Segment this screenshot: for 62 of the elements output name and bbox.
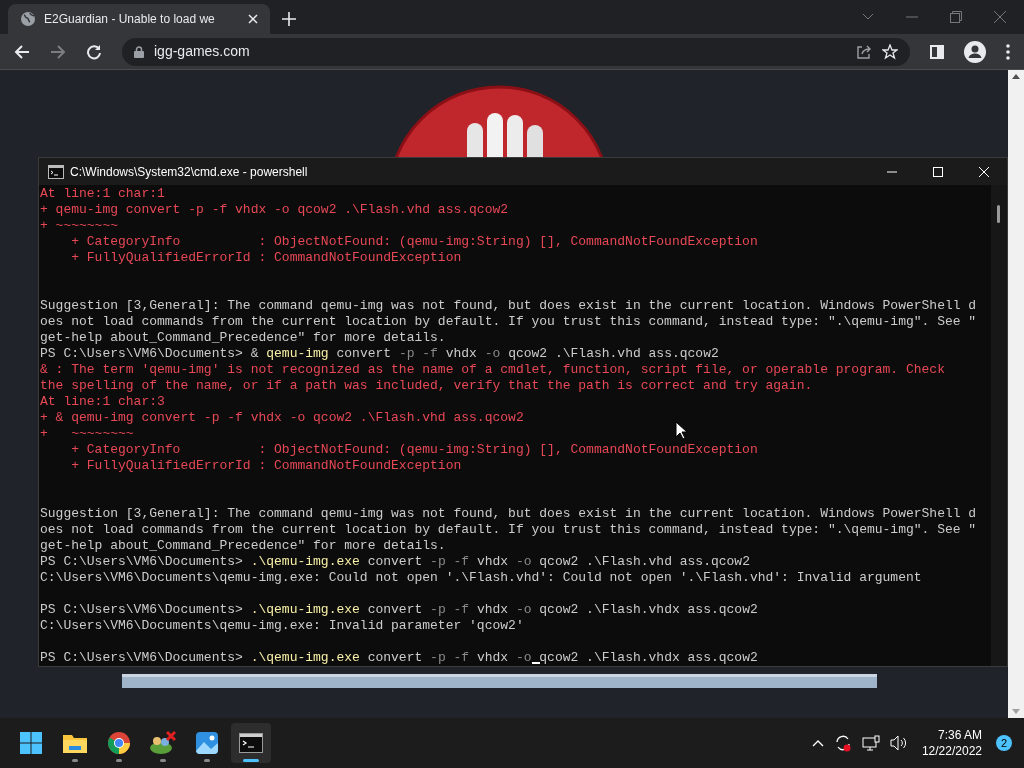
chevron-up-icon[interactable] (811, 739, 824, 747)
new-tab-icon[interactable] (282, 12, 296, 26)
terminal-icon (239, 733, 263, 753)
taskbar-app-button[interactable] (231, 723, 271, 763)
clock-time: 7:36 AM (937, 727, 982, 743)
console-line: C:\Users\VM6\Documents\qemu-img.exe: Invalid parameter 'qcow2' (40, 618, 524, 634)
maximize-icon[interactable] (933, 166, 943, 177)
console-line: + qemu-img convert -p -f vhdx -o qcow2 .\Flash.vhd ass.qcow2 (40, 202, 509, 218)
star-icon[interactable] (882, 43, 898, 60)
menu-icon[interactable] (1006, 43, 1010, 60)
forward-icon[interactable] (50, 43, 66, 60)
volume-icon[interactable] (889, 735, 908, 751)
clock-date: 12/22/2022 (921, 743, 982, 759)
console-line: PS C:\Users\VM6\Documents> .\qemu-img.exe convert -p -f vhdx -o qcow2 .\Flash.vhdx ass.qcow2 (40, 602, 758, 618)
console-line: get-help about_Command_Precedence" for more details. (40, 330, 446, 346)
console-line: the spelling of the name, or if a path was included, verify that the path is correct and try again. (40, 378, 813, 394)
console-icon (48, 164, 64, 179)
photos-icon (195, 731, 219, 755)
console-line: & : The term 'qemu-img' is not recognized as the name of a cmdlet, function, script file, or operable program. Check (40, 362, 945, 378)
browser-icon (107, 731, 131, 755)
profile-icon[interactable] (964, 40, 986, 63)
console-line: At line:1 char:1 (40, 186, 165, 202)
reload-icon[interactable] (86, 43, 102, 60)
console-line: + CategoryInfo : ObjectNotFound: (qemu-img:String) [], CommandNotFoundException (70, 442, 758, 458)
console-line: + & qemu-img convert -p -f vhdx -o qcow2 .\Flash.vhd ass.qcow2 (40, 410, 524, 426)
console-line: oes not load commands from the current location by default. If you trust this command, instead type: ".\qemu-img". See " (40, 314, 977, 330)
back-icon[interactable] (14, 43, 30, 60)
console-line: + CategoryInfo : ObjectNotFound: (qemu-img:String) [], CommandNotFoundException (70, 234, 758, 250)
lock-icon (134, 45, 144, 58)
console-line: PS C:\Users\VM6\Documents> .\qemu-img.exe convert -p -f vhdx -o qcow2 .\Flash.vhd ass.qcow2 (40, 554, 750, 570)
page-scrollbar[interactable] (1008, 70, 1024, 718)
window-title: C:\Windows\System32\cmd.exe - powershell (70, 163, 309, 181)
console-line: + FullyQualifiedErrorId : CommandNotFoundException (70, 458, 462, 474)
share-icon[interactable] (856, 43, 872, 60)
console-text: qcow2 .\Flash.vhdx ass.qcow2 (531, 650, 758, 665)
console-line: Suggestion [3,General]: The command qemu-img was not found, but does exist in the current location. Windows PowerShell d (40, 298, 977, 314)
side-panel-icon[interactable] (930, 44, 944, 59)
console-line: + ~~~~~~~~ (40, 426, 134, 442)
network-icon[interactable] (861, 735, 880, 751)
notification-badge[interactable]: 2 (996, 735, 1012, 751)
console-line: PS C:\Users\VM6\Documents> & qemu-img convert -p -f vhdx -o qcow2 .\Flash.vhd ass.qcow2 (40, 346, 719, 362)
address-text: igg-games.com (154, 42, 251, 61)
console-line: oes not load commands from the current location by default. If you trust this command, instead type: ".\qemu-img". See " (40, 522, 977, 538)
console-line: Suggestion [3,General]: The command qemu-img was not found, but does exist in the current location. Windows PowerShell d (40, 506, 977, 522)
console-line: At line:1 char:3 (40, 394, 165, 410)
mouse-pointer-icon (675, 421, 687, 440)
scroll-up-icon[interactable] (1012, 74, 1020, 79)
windows-icon (19, 731, 43, 755)
console-line: get-help about_Command_Precedence" for more details. (40, 538, 446, 554)
console-scrollbar[interactable] (991, 185, 1007, 666)
address-bar[interactable]: igg-games.com (122, 37, 910, 66)
tab-title: E2Guardian - Unable to load we (44, 11, 216, 28)
chevron-down-icon[interactable] (862, 13, 874, 21)
console-line: + ~~~~~~~~ (40, 218, 118, 234)
console-line: PS C:\Users\VM6\Documents> .\qemu-img.exe convert -p -f vhdx -o qcow2 .\Flash.vhdx ass.qcow2 (40, 650, 758, 666)
console-line: C:\Users\VM6\Documents\qemu-img.exe: Could not open '.\Flash.vhd': Could not open '.\Flash.vhd': Invalid argument (40, 570, 922, 586)
browser-tab[interactable]: E2Guardian - Unable to load we (8, 4, 270, 34)
console-line: + FullyQualifiedErrorId : CommandNotFoundException (70, 250, 462, 266)
globe-icon (20, 11, 36, 27)
people-network-icon (149, 730, 177, 756)
sync-icon[interactable] (833, 734, 852, 752)
restore-icon[interactable] (950, 11, 962, 23)
